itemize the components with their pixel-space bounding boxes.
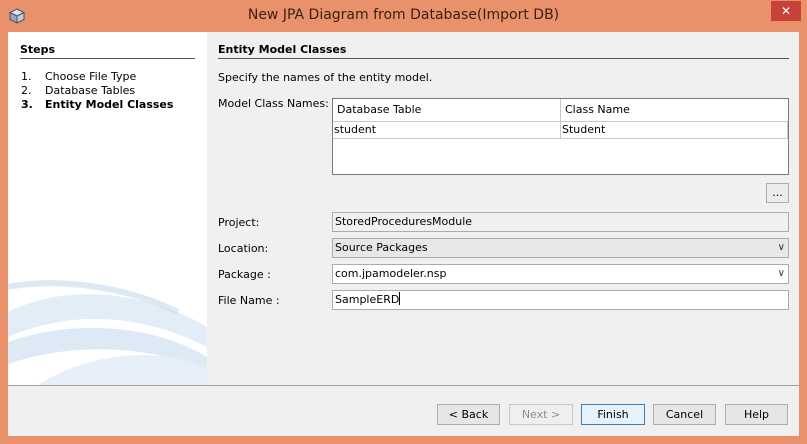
window-title: New JPA Diagram from Database(Import DB) [247,7,560,23]
package-label: Package : [218,268,271,281]
step-number: 3. [21,98,33,111]
step-label: Choose File Type [45,70,137,83]
step-label: Entity Model Classes [45,98,174,111]
model-class-table[interactable]: Database Table Class Name student Studen… [332,98,789,175]
location-label: Location: [218,242,269,255]
table-cell-database-table[interactable]: student [333,121,561,138]
button-bar-separator [8,385,799,386]
finish-button[interactable]: Finish [581,404,645,425]
cancel-button[interactable]: Cancel [653,404,716,425]
table-cell-class-name[interactable]: Student [561,121,788,138]
file-name-value: SampleERD [335,293,400,306]
back-button[interactable]: < Back [437,404,500,425]
close-icon: ✕ [780,4,792,18]
content-title: Entity Model Classes [218,43,347,56]
project-label: Project: [218,216,260,229]
text-caret [399,292,401,305]
file-name-input[interactable]: SampleERD [332,290,789,310]
step-choose-file-type: 1. Choose File Type [21,70,136,83]
description-text: Specify the names of the entity model. [218,71,433,84]
browse-button[interactable]: ... [766,183,789,203]
project-field: StoredProceduresModule [332,212,789,232]
steps-panel: Steps 1. Choose File Type 2. Database Tabl… [8,32,207,385]
table-row[interactable]: student Student [333,121,788,139]
step-entity-model-classes: 3. Entity Model Classes [21,98,173,111]
steps-divider [20,58,195,59]
steps-title: Steps [20,43,56,56]
step-number: 1. [21,70,32,83]
next-button[interactable]: Next > [509,404,573,425]
dialog-window: New JPA Diagram from Database(Import DB)… [0,0,807,444]
step-database-tables: 2. Database Tables [21,84,135,97]
model-class-names-label: Model Class Names: [218,97,329,110]
content-divider [218,58,789,59]
help-button[interactable]: Help [725,404,788,425]
package-value: com.jpamodeler.nsp [335,267,447,280]
location-value: Source Packages [335,241,428,254]
column-header-class-name[interactable]: Class Name [561,99,788,121]
decorative-swoosh [8,280,207,385]
package-combo[interactable]: com.jpamodeler.nsp ∨ [332,264,789,284]
step-number: 2. [21,84,32,97]
file-name-label: File Name : [218,294,280,307]
chevron-down-icon[interactable]: ∨ [778,265,785,283]
chevron-down-icon[interactable]: ∨ [778,239,785,257]
location-select[interactable]: Source Packages ∨ [332,238,789,258]
content-panel: Entity Model Classes Specify the names o… [207,32,799,385]
table-header: Database Table Class Name [333,99,788,122]
column-header-database-table[interactable]: Database Table [333,99,561,121]
dialog-client: Steps 1. Choose File Type 2. Database Tabl… [8,32,799,436]
step-label: Database Tables [45,84,136,97]
close-button[interactable]: ✕ [771,1,801,21]
title-bar[interactable]: New JPA Diagram from Database(Import DB)… [0,0,807,32]
project-value: StoredProceduresModule [335,215,473,228]
